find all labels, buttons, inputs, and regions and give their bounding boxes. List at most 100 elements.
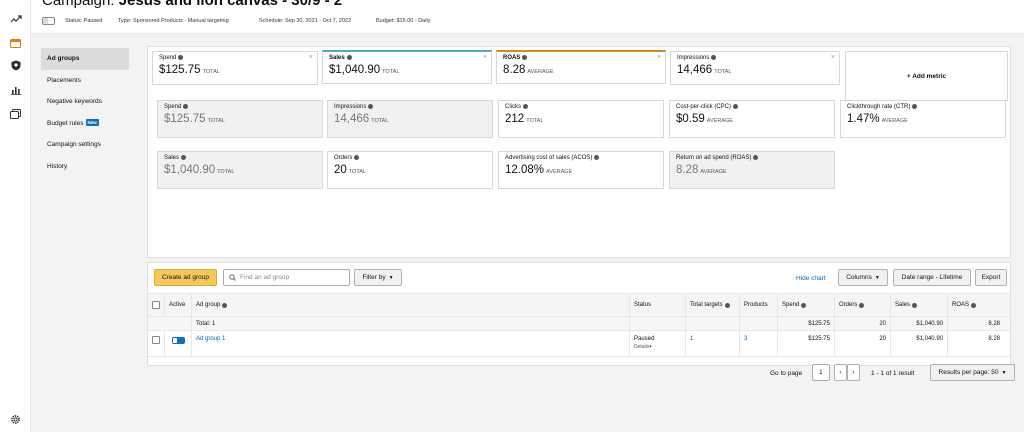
info-icon	[183, 104, 189, 109]
metric-option-clicks[interactable]: Clicks 212 TOTAL	[498, 100, 664, 138]
nav-budget-rules[interactable]: Budget rules New	[41, 113, 129, 135]
media-library-icon[interactable]	[9, 107, 22, 120]
search-placeholder: Find an ad group	[240, 274, 290, 281]
filter-by-button[interactable]: Filter by ▼	[354, 269, 402, 286]
nav-history[interactable]: History	[41, 156, 129, 178]
details-label: Details	[634, 344, 650, 350]
col-ad-group[interactable]: Ad group	[191, 294, 629, 316]
search-icon	[229, 274, 236, 281]
metric-unit: AVERAGE	[700, 169, 727, 176]
selected-metric-impressions[interactable]: Impressions 14,466 TOTAL ×	[670, 51, 840, 85]
prev-page-button[interactable]: ‹	[834, 364, 847, 381]
info-icon	[912, 302, 918, 308]
hide-chart-link[interactable]: Hide chart	[796, 275, 826, 282]
next-page-button[interactable]: ›	[847, 364, 860, 381]
shield-icon[interactable]	[9, 59, 22, 72]
total-sales: $1,040.90	[890, 317, 947, 330]
export-button[interactable]: Export	[975, 269, 1007, 286]
metric-option-sales[interactable]: Sales $1,040.90 TOTAL	[157, 151, 323, 189]
close-icon[interactable]: ×	[309, 54, 313, 61]
campaign-state-toggle[interactable]	[42, 17, 55, 25]
metric-option-orders[interactable]: Orders 20 TOTAL	[327, 151, 493, 189]
create-ad-group-button[interactable]: Create ad group	[154, 269, 217, 286]
products-link[interactable]: 3	[739, 331, 777, 356]
col-ad-group-label: Ad group	[196, 302, 221, 308]
col-roas[interactable]: ROAS	[947, 294, 1004, 316]
col-sales-label: Sales	[895, 302, 911, 308]
ad-group-search-input[interactable]: Find an ad group	[223, 269, 350, 286]
page-number-input[interactable]: 1	[812, 364, 830, 381]
metric-unit: TOTAL	[382, 69, 400, 76]
col-total-targets-label: Total targets	[690, 302, 723, 308]
metric-option-acos[interactable]: Advertising cost of sales (ACOS) 12.08% A…	[498, 151, 664, 189]
metric-value: 12.08%	[505, 164, 545, 177]
selected-metric-sales[interactable]: Sales $1,040.90 TOTAL ×	[322, 50, 492, 84]
filter-by-label: Filter by	[362, 274, 386, 281]
info-icon	[354, 155, 360, 160]
total-orders: 20	[834, 317, 890, 330]
total-roas: 8.28	[947, 317, 1004, 330]
col-sales[interactable]: Sales	[890, 294, 947, 316]
campaign-subnav: Ad groups Placements Negative keywords B…	[41, 48, 129, 177]
bar-chart-icon[interactable]	[9, 83, 22, 96]
info-icon	[724, 302, 730, 308]
results-per-page-label: Results per page: 50	[938, 369, 999, 376]
metric-option-ctr[interactable]: Clickthrough rate (CTR) 1.47% AVERAGE	[840, 100, 1006, 138]
info-icon	[522, 55, 528, 60]
col-products[interactable]: Products	[739, 294, 777, 316]
info-icon	[753, 155, 759, 160]
close-icon[interactable]: ×	[483, 54, 487, 61]
results-per-page-select[interactable]: Results per page: 50 ▼	[930, 364, 1015, 381]
row-roas: 8.28	[947, 331, 1004, 356]
col-total-targets[interactable]: Total targets	[685, 294, 739, 316]
add-metric-button[interactable]: + Add metric	[845, 51, 1008, 101]
metric-option-cpc[interactable]: Cost-per-click (CPC) $0.59 AVERAGE	[669, 100, 835, 138]
metric-value: 14,466	[334, 113, 370, 126]
info-icon	[711, 55, 717, 60]
nav-budget-rules-label: Budget rules	[47, 119, 84, 127]
details-dropdown[interactable]: Details▾	[634, 344, 652, 350]
settings-gear-icon[interactable]	[9, 413, 22, 426]
nav-negative-keywords[interactable]: Negative keywords	[41, 91, 129, 113]
metric-label: ROAS	[503, 55, 521, 62]
metric-value: $125.75	[164, 113, 206, 126]
metric-label: Sales	[164, 155, 180, 162]
trend-icon[interactable]	[9, 12, 22, 25]
nav-placements[interactable]: Placements	[41, 70, 129, 92]
ad-group-name-link[interactable]: Ad group 1	[191, 331, 629, 356]
info-icon	[222, 302, 228, 308]
ad-group-active-toggle[interactable]	[171, 337, 185, 344]
col-status[interactable]: Status	[629, 294, 685, 316]
columns-button[interactable]: Columns ▼	[838, 269, 888, 286]
info-icon	[523, 104, 528, 109]
col-roas-label: ROAS	[952, 302, 970, 308]
metric-label: Clicks	[505, 104, 521, 111]
metric-option-roas[interactable]: Return on ad spend (ROAS) 8.28 AVERAGE	[669, 151, 835, 189]
results-range: 1 - 1 of 1 result	[871, 370, 915, 377]
row-sales: $1,040.90	[890, 331, 947, 356]
metric-label: Spend	[159, 55, 177, 62]
col-orders[interactable]: Orders	[834, 294, 890, 316]
metric-label: Sales	[329, 55, 345, 62]
total-targets-link[interactable]: 1	[685, 331, 739, 356]
info-icon	[368, 104, 374, 109]
campaign-icon[interactable]	[9, 36, 22, 49]
col-active[interactable]: Active	[164, 294, 191, 316]
metric-value: 1.47%	[847, 113, 880, 126]
metric-option-spend[interactable]: Spend $125.75 TOTAL	[157, 100, 323, 138]
selected-metric-roas[interactable]: ROAS 8.28 AVERAGE ×	[496, 50, 666, 84]
campaign-schedule: Schedule: Sep 30, 2021 - Oct 7, 2022	[259, 18, 352, 24]
metric-option-impressions[interactable]: Impressions 14,466 TOTAL	[327, 100, 493, 138]
row-spend: $125.75	[777, 331, 834, 356]
select-all-checkbox[interactable]	[152, 301, 160, 309]
nav-campaign-settings[interactable]: Campaign settings	[41, 134, 129, 156]
nav-ad-groups[interactable]: Ad groups	[41, 48, 129, 70]
main-area: Ad groups Placements Negative keywords B…	[31, 34, 1024, 432]
date-range-button[interactable]: Date range - Lifetime	[893, 269, 971, 286]
col-spend[interactable]: Spend	[777, 294, 834, 316]
ad-group-status: Paused	[634, 336, 655, 342]
selected-metric-spend[interactable]: Spend $125.75 TOTAL ×	[152, 51, 318, 85]
row-checkbox[interactable]	[152, 336, 160, 344]
close-icon[interactable]: ×	[657, 54, 661, 61]
close-icon[interactable]: ×	[831, 54, 835, 61]
